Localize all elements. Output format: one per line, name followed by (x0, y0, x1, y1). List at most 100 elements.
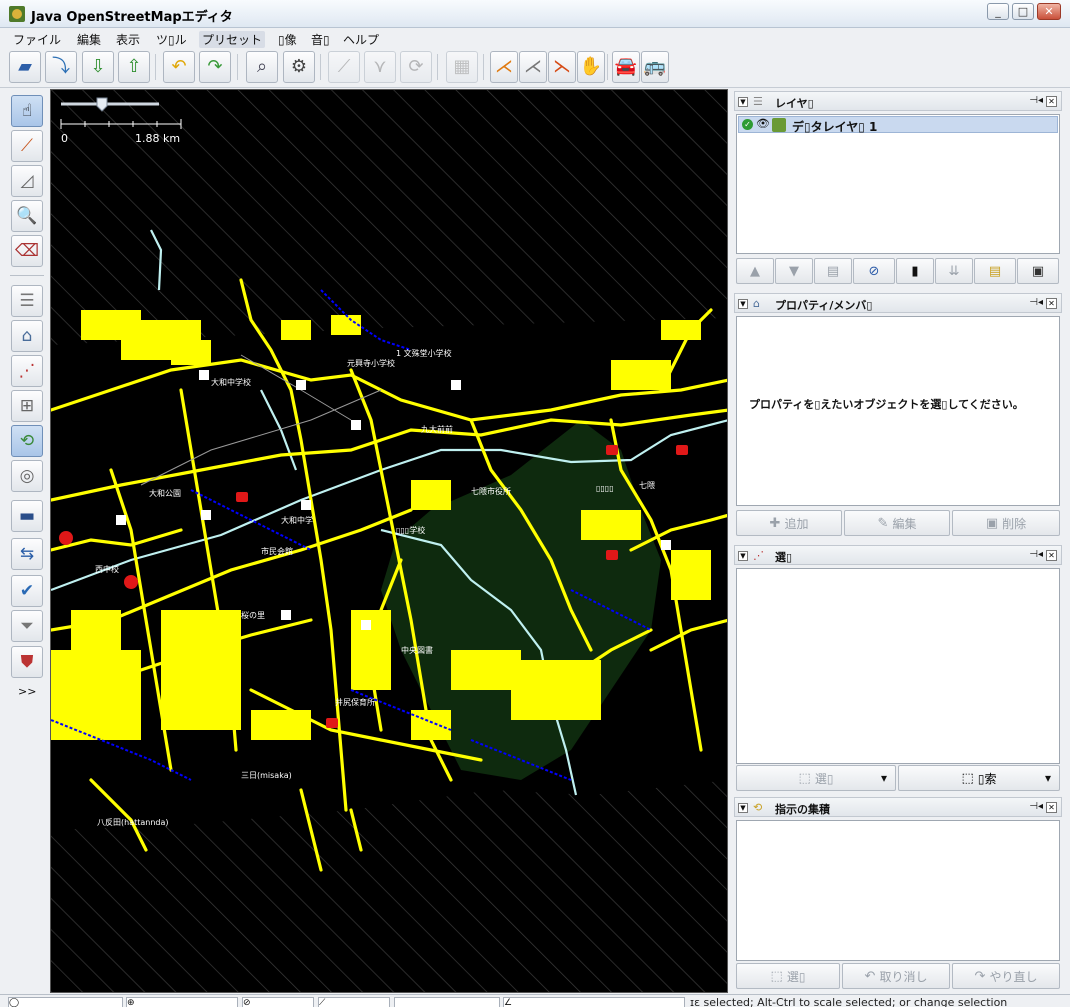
preset-road-button[interactable]: ⋌ (519, 51, 547, 83)
toggle-commandstack-button[interactable]: ⟲ (11, 425, 43, 457)
map-label: 1 文殊堂小学校 (396, 349, 452, 358)
properties-table[interactable]: プロパティを▯えたいオブジェクトを選▯してください。 (736, 316, 1060, 506)
collapse-toggle[interactable]: ▼ (738, 551, 748, 561)
zoom-to-data-button[interactable]: ⌕ (246, 51, 278, 83)
collapse-toggle[interactable]: ▼ (738, 803, 748, 813)
toggle-history-button[interactable]: ◎ (11, 460, 43, 492)
toggle-plugin-button[interactable]: ⛊ (11, 646, 43, 678)
delete-tag-button[interactable]: ▣ 削除 (952, 510, 1060, 536)
menu-audio[interactable]: 音▯ (311, 31, 330, 48)
undo-icon: ↶ (171, 56, 187, 77)
data-layer-icon (772, 118, 786, 132)
minimize-button[interactable]: _ (987, 3, 1009, 20)
cs-redo-button[interactable]: ↷ やり直し (952, 963, 1060, 989)
trash-icon: ▣ (1031, 263, 1045, 279)
toggle-selection-button[interactable]: ⋰ (11, 355, 43, 387)
toggle-properties-button[interactable]: ⌂ (11, 320, 43, 352)
preferences-button[interactable]: ⚙ (283, 51, 315, 83)
merge-layer-button[interactable]: ⇊ (935, 258, 973, 284)
cs-undo-button[interactable]: ↶ 取り消し (842, 963, 950, 989)
toggle-validator-button[interactable]: ✔ (11, 575, 43, 607)
pin-icon[interactable]: ⊣◂ (1029, 801, 1043, 812)
edit-tag-button[interactable]: ✎ 編集 (844, 510, 950, 536)
toggle-filter-button[interactable]: ⏷ (11, 610, 43, 642)
command-stack-list[interactable] (736, 820, 1060, 961)
collapse-toggle[interactable]: ▼ (738, 299, 748, 309)
duplicate-layer-button[interactable]: ▤ (974, 258, 1016, 284)
add-tag-button[interactable]: ✚ 追加 (736, 510, 842, 536)
preset-highway-button[interactable]: ⋌ (490, 51, 518, 83)
preset-junction-button[interactable]: ⋋ (548, 51, 576, 83)
move-down-button[interactable]: ▼ (775, 258, 813, 284)
select-mode-button[interactable]: ☝ (11, 95, 43, 127)
selection-panel-header: ▼ ⋰ 選▯ ⊣◂ ✕ (734, 545, 1062, 565)
activate-layer-button[interactable]: ▤ (814, 258, 852, 284)
toggle-layers-button[interactable]: ☰ (11, 285, 43, 317)
preset-car-button[interactable]: 🚘 (612, 51, 640, 83)
menu-file[interactable]: ファイル (13, 31, 61, 48)
layer-visible-eye-icon[interactable]: 👁 (756, 117, 770, 130)
preset-hand-button[interactable]: ✋ (577, 51, 605, 83)
josm-app-icon (9, 6, 25, 22)
toggle-relations-button[interactable]: ⊞ (11, 390, 43, 422)
selection-list-icon: ⋰ (18, 361, 36, 381)
redo-icon: ↷ (207, 56, 223, 77)
toggle-visibility-button[interactable]: ⊘ (853, 258, 895, 284)
delete-mode-button[interactable]: ⌫ (11, 235, 43, 267)
map-label: 西中校 (95, 565, 119, 574)
disabled-tool-button[interactable]: ▦ (446, 51, 478, 83)
draw-mode-button[interactable]: ⟋ (11, 130, 43, 162)
close-panel-icon[interactable]: ✕ (1046, 802, 1057, 813)
preset-bus-button[interactable]: 🚌 (641, 51, 669, 83)
combine-way-icon: ⋎ (373, 56, 387, 77)
pin-icon[interactable]: ⊣◂ (1029, 297, 1043, 308)
cs-select-button[interactable]: ⬚ 選▯ (736, 963, 840, 989)
menu-tools[interactable]: ツ▯ル (156, 31, 187, 48)
split-way-button[interactable]: ⟋ (328, 51, 360, 83)
maximize-button[interactable]: □ (1012, 3, 1034, 20)
preferences-icon: ⚙ (290, 56, 308, 77)
undo-button[interactable]: ↶ (163, 51, 195, 83)
collapse-toggle[interactable]: ▼ (738, 97, 748, 107)
search-button[interactable]: ⬚ ▯索 ▾ (898, 765, 1060, 791)
upload-button[interactable]: ⇧ (118, 51, 150, 83)
close-panel-icon[interactable]: ✕ (1046, 96, 1057, 107)
zoom-mode-button[interactable]: 🔍 (11, 200, 43, 232)
combine-way-button[interactable]: ⋎ (364, 51, 396, 83)
open-location-button[interactable]: ⤵ (45, 51, 77, 83)
map-label: 中央図書 (401, 646, 433, 655)
reverse-way-button[interactable]: ⟳ (400, 51, 432, 83)
redo-button[interactable]: ↷ (199, 51, 231, 83)
select-button[interactable]: ⬚ 選▯ ▾ (736, 765, 896, 791)
layer-active-check-icon[interactable]: ✓ (742, 119, 753, 130)
properties-buttons: ✚ 追加 ✎ 編集 ▣ 削除 (734, 510, 1062, 536)
selection-list[interactable] (736, 568, 1060, 764)
command-stack-panel-title: 指示の集積 (775, 803, 830, 816)
layer-row[interactable]: ✓ 👁 デ▯タレイヤ▯ 1 (738, 116, 1058, 134)
pin-icon[interactable]: ⊣◂ (1029, 95, 1043, 106)
open-file-button[interactable]: ▰ (9, 51, 41, 83)
opacity-button[interactable]: ▮ (896, 258, 934, 284)
arrow-down-icon: ▼ (789, 263, 799, 279)
close-button[interactable]: ✕ (1037, 3, 1061, 20)
close-panel-icon[interactable]: ✕ (1046, 298, 1057, 309)
toggle-imagery-button[interactable]: ▬ (11, 500, 43, 532)
menu-view[interactable]: 表示 (116, 31, 140, 48)
pin-icon[interactable]: ⊣◂ (1029, 549, 1043, 560)
toggle-conflict-button[interactable]: ⇆ (11, 538, 43, 570)
more-tools-toggle[interactable]: >> (18, 685, 36, 698)
download-button[interactable]: ⇩ (82, 51, 114, 83)
move-up-button[interactable]: ▲ (736, 258, 774, 284)
tool-palette: ☝ ⟋ ◿ 🔍 ⌫ ☰ ⌂ ⋰ ⊞ ⟲ ◎ ▬ ⇆ ✔ ⏷ ⛊ >> (0, 88, 50, 994)
command-stack-panel: ▼ ⟲ 指示の集積 ⊣◂ ✕ ⬚ 選▯ ↶ 取り消し ↷ やり直し (734, 797, 1062, 991)
menu-imagery[interactable]: ▯像 (278, 31, 297, 48)
improve-way-button[interactable]: ◿ (11, 165, 43, 197)
delete-layer-button[interactable]: ▣ (1017, 258, 1059, 284)
layers-list[interactable]: ✓ 👁 デ▯タレイヤ▯ 1 (736, 114, 1060, 254)
map-view[interactable]: 0 1.88 km 1 文殊堂小学校 元興寺小学校 大和中学校 九大前前 七隈市… (50, 89, 728, 993)
menu-presets[interactable]: プリセット (199, 31, 266, 48)
menu-help[interactable]: ヘルプ (343, 31, 379, 48)
map-canvas (51, 90, 727, 992)
close-panel-icon[interactable]: ✕ (1046, 550, 1057, 561)
menu-edit[interactable]: 編集 (77, 31, 101, 48)
